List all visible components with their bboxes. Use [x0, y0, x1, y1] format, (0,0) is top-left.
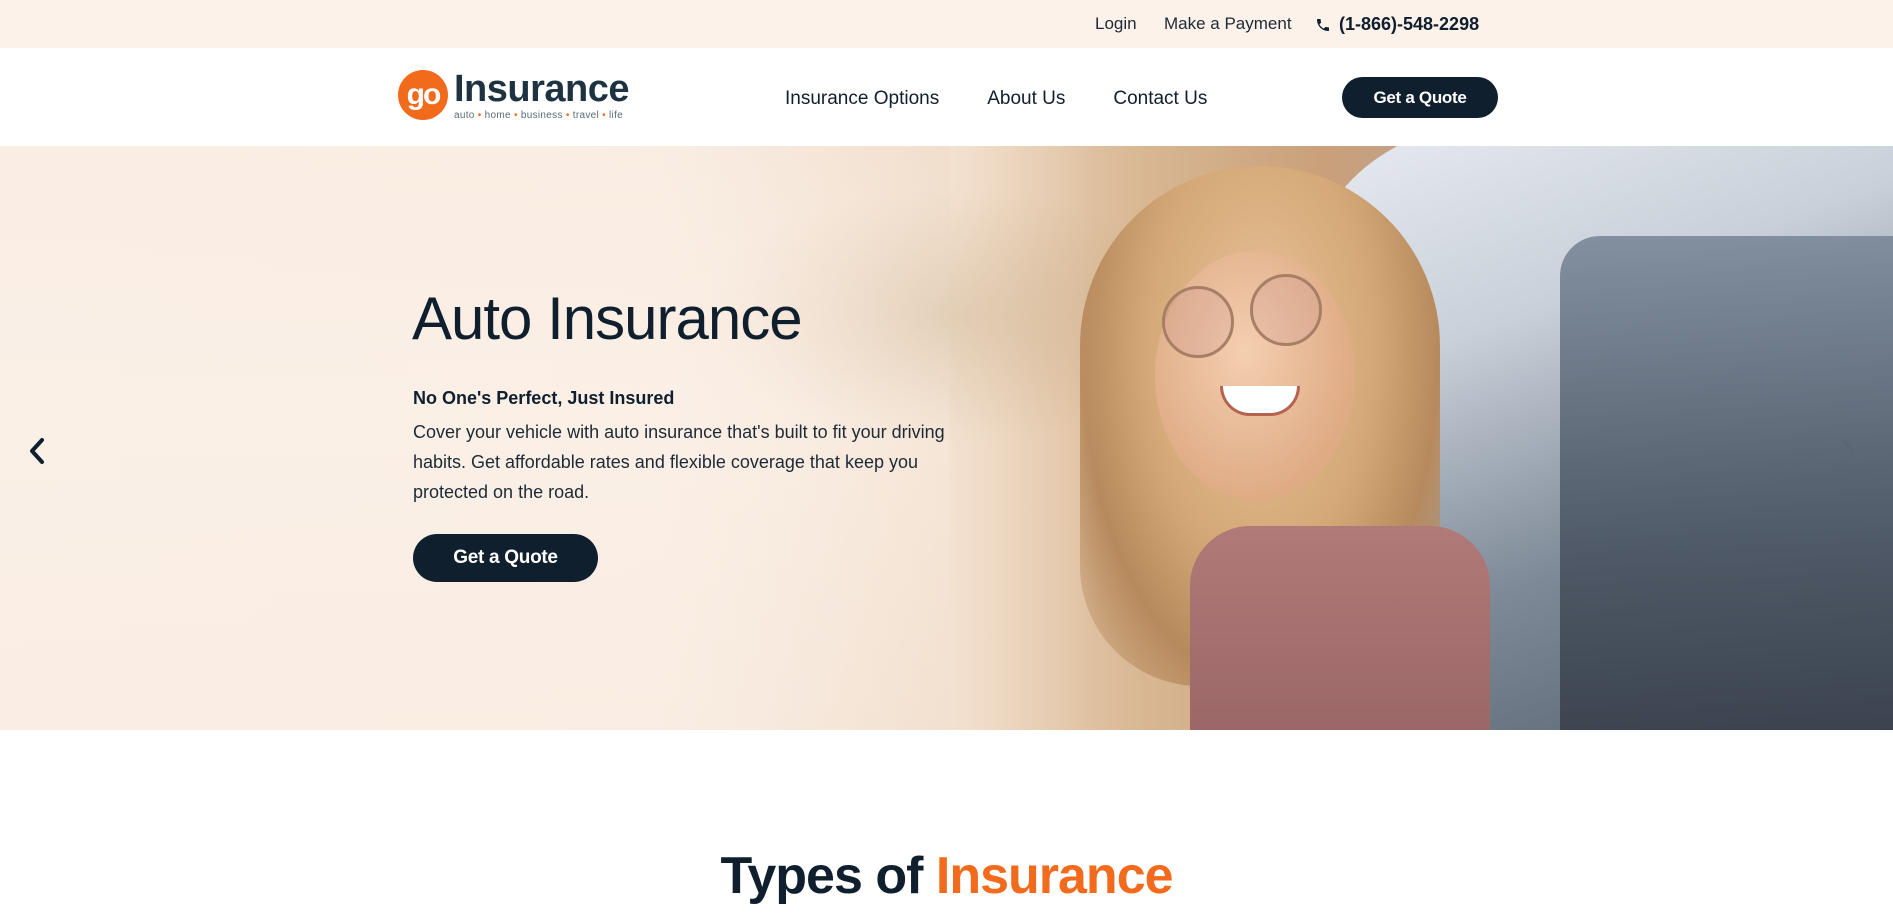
carousel-prev-button[interactable]	[22, 436, 52, 466]
phone-number: (1-866)-548-2298	[1339, 14, 1480, 34]
main-nav: Insurance Options About Us Contact Us	[785, 88, 1207, 110]
hero-description: Cover your vehicle with auto insurance t…	[413, 422, 945, 502]
login-link[interactable]: Login	[1095, 14, 1137, 34]
phone-icon	[1317, 18, 1329, 31]
hero-carousel: Auto Insurance No One's Perfect, Just In…	[0, 146, 1893, 730]
carousel-next-button[interactable]	[1833, 436, 1863, 466]
nav-contact-us[interactable]: Contact Us	[1113, 88, 1207, 110]
header-get-quote-button[interactable]: Get a Quote	[1342, 77, 1498, 118]
logo-mark: go	[398, 70, 448, 120]
utility-bar: Login Make a Payment (1-866)-548-2298	[0, 0, 1893, 48]
site-header: go Insurance auto • home • business • tr…	[0, 48, 1893, 146]
logo[interactable]: go Insurance auto • home • business • tr…	[398, 68, 630, 121]
nav-about-us[interactable]: About Us	[987, 88, 1065, 110]
nav-insurance-options[interactable]: Insurance Options	[785, 88, 939, 110]
section-title: Types of Insurance	[720, 847, 1174, 905]
hero-get-quote-button[interactable]: Get a Quote	[413, 534, 598, 582]
make-payment-link[interactable]: Make a Payment	[1164, 14, 1292, 34]
chevron-left-icon	[30, 438, 44, 464]
hero-subtitle: No One's Perfect, Just Insured	[413, 388, 675, 408]
chevron-right-icon	[1841, 438, 1855, 464]
logo-tagline: auto • home • business • travel • life	[454, 110, 624, 121]
section-title-accent: Insurance	[935, 847, 1174, 905]
phone-link[interactable]: (1-866)-548-2298	[1315, 14, 1479, 35]
logo-wordmark: Insurance	[454, 68, 630, 110]
hero-title: Auto Insurance	[412, 285, 803, 352]
